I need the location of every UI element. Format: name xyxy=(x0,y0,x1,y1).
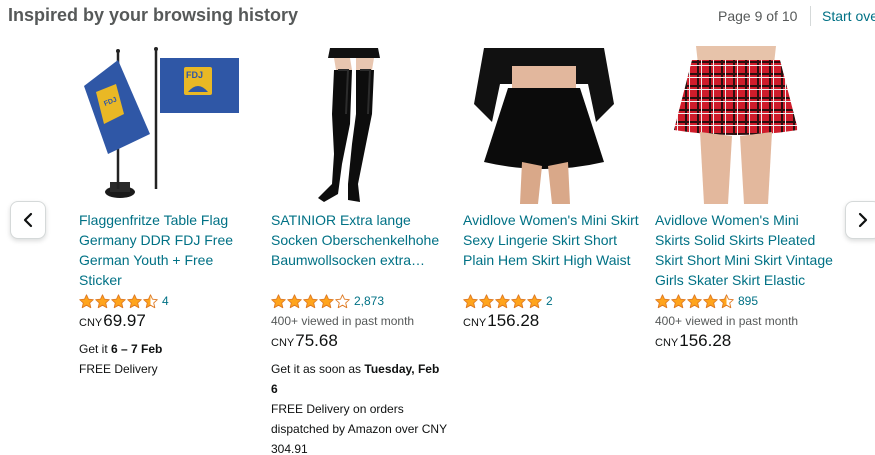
flag-image: FDJ FDJ xyxy=(84,47,239,198)
price-amount: 69.97 xyxy=(103,311,146,330)
product-title-link[interactable]: SATINIOR Extra lange Socken Oberschenkel… xyxy=(271,210,449,290)
star-icon xyxy=(127,293,142,308)
star-icon xyxy=(319,293,334,308)
star-icon xyxy=(479,293,494,308)
price-currency: CNY xyxy=(271,337,295,349)
socks-image xyxy=(318,48,380,202)
product-card[interactable]: Avidlove Women's Mini Skirts Solid Skirt… xyxy=(655,44,833,355)
header-divider xyxy=(810,6,811,26)
star-icon xyxy=(703,293,718,308)
star-icon xyxy=(527,293,542,308)
rating-stars xyxy=(655,293,735,309)
product-price: CNY 69.97 xyxy=(79,311,257,335)
product-rating[interactable]: 4 xyxy=(79,292,257,310)
rating-count[interactable]: 2 xyxy=(546,294,553,308)
product-price: CNY 75.68 xyxy=(271,331,449,355)
product-rating[interactable]: 2,873 xyxy=(271,292,449,310)
product-card[interactable]: FDJ FDJ Flaggenfritze Table Flag Germany… xyxy=(79,44,257,379)
rating-count[interactable]: 895 xyxy=(738,294,758,308)
carousel-header: Inspired by your browsing history Page 9… xyxy=(0,0,875,34)
carousel-prev-button[interactable] xyxy=(10,201,46,239)
star-icon xyxy=(271,293,286,308)
star-icon xyxy=(687,293,702,308)
rating-count[interactable]: 4 xyxy=(162,294,169,308)
product-title-link[interactable]: Avidlove Women's Mini Skirts Solid Skirt… xyxy=(655,210,833,290)
rating-stars xyxy=(79,293,159,309)
page-indicator: Page 9 of 10 xyxy=(718,8,798,24)
star-icon xyxy=(95,293,110,308)
delivery-info: Get it 6 – 7 Feb FREE Delivery xyxy=(79,339,257,379)
product-image[interactable] xyxy=(464,44,624,206)
star-icon xyxy=(495,293,510,308)
carousel-next-button[interactable] xyxy=(845,201,875,239)
star-icon xyxy=(287,293,302,308)
rating-count[interactable]: 2,873 xyxy=(354,294,384,308)
product-title-link[interactable]: Flaggenfritze Table Flag Germany DDR FDJ… xyxy=(79,210,257,290)
chevron-right-icon xyxy=(858,212,868,228)
delivery-prefix: Get it as soon as xyxy=(271,362,365,376)
star-icon xyxy=(143,293,158,308)
product-rating[interactable]: 2 xyxy=(463,292,641,310)
star-icon xyxy=(671,293,686,308)
price-amount: 75.68 xyxy=(295,331,338,350)
price-currency: CNY xyxy=(463,317,487,329)
delivery-note: FREE Delivery on orders dispatched by Am… xyxy=(271,402,447,455)
delivery-note: FREE Delivery xyxy=(79,362,158,376)
svg-text:FDJ: FDJ xyxy=(186,70,203,80)
chevron-left-icon xyxy=(23,212,33,228)
star-icon xyxy=(79,293,94,308)
price-currency: CNY xyxy=(655,337,679,349)
product-image[interactable] xyxy=(272,44,432,206)
star-icon xyxy=(303,293,318,308)
price-amount: 156.28 xyxy=(487,311,540,330)
product-rating[interactable]: 895 xyxy=(655,292,833,310)
plaid-skirt-image xyxy=(674,46,798,204)
carousel-title: Inspired by your browsing history xyxy=(8,5,299,25)
price-currency: CNY xyxy=(79,317,103,329)
star-icon xyxy=(511,293,526,308)
rating-stars xyxy=(463,293,543,309)
star-icon xyxy=(463,293,478,308)
star-icon xyxy=(655,293,670,308)
delivery-prefix: Get it xyxy=(79,342,112,356)
start-over-link[interactable]: Start over xyxy=(822,8,875,24)
price-amount: 156.28 xyxy=(679,331,732,350)
delivery-date: 6 – 7 Feb xyxy=(111,342,163,356)
star-icon xyxy=(335,293,350,308)
viewed-count: 400+ viewed in past month xyxy=(271,314,415,328)
product-price: CNY 156.28 xyxy=(655,331,833,355)
product-card[interactable]: SATINIOR Extra lange Socken Oberschenkel… xyxy=(271,44,449,455)
viewed-count: 400+ viewed in past month xyxy=(655,314,799,328)
black-skirt-image xyxy=(474,48,614,204)
star-icon xyxy=(111,293,126,308)
product-card[interactable]: Avidlove Women's Mini Skirt Sexy Lingeri… xyxy=(463,44,641,335)
star-icon xyxy=(719,293,734,308)
product-image[interactable]: FDJ FDJ xyxy=(80,44,240,206)
product-image[interactable] xyxy=(656,44,816,206)
rating-stars xyxy=(271,293,351,309)
delivery-info: Get it as soon as Tuesday, Feb 6 FREE De… xyxy=(271,359,449,455)
product-title-link[interactable]: Avidlove Women's Mini Skirt Sexy Lingeri… xyxy=(463,210,641,290)
product-price: CNY 156.28 xyxy=(463,311,641,335)
